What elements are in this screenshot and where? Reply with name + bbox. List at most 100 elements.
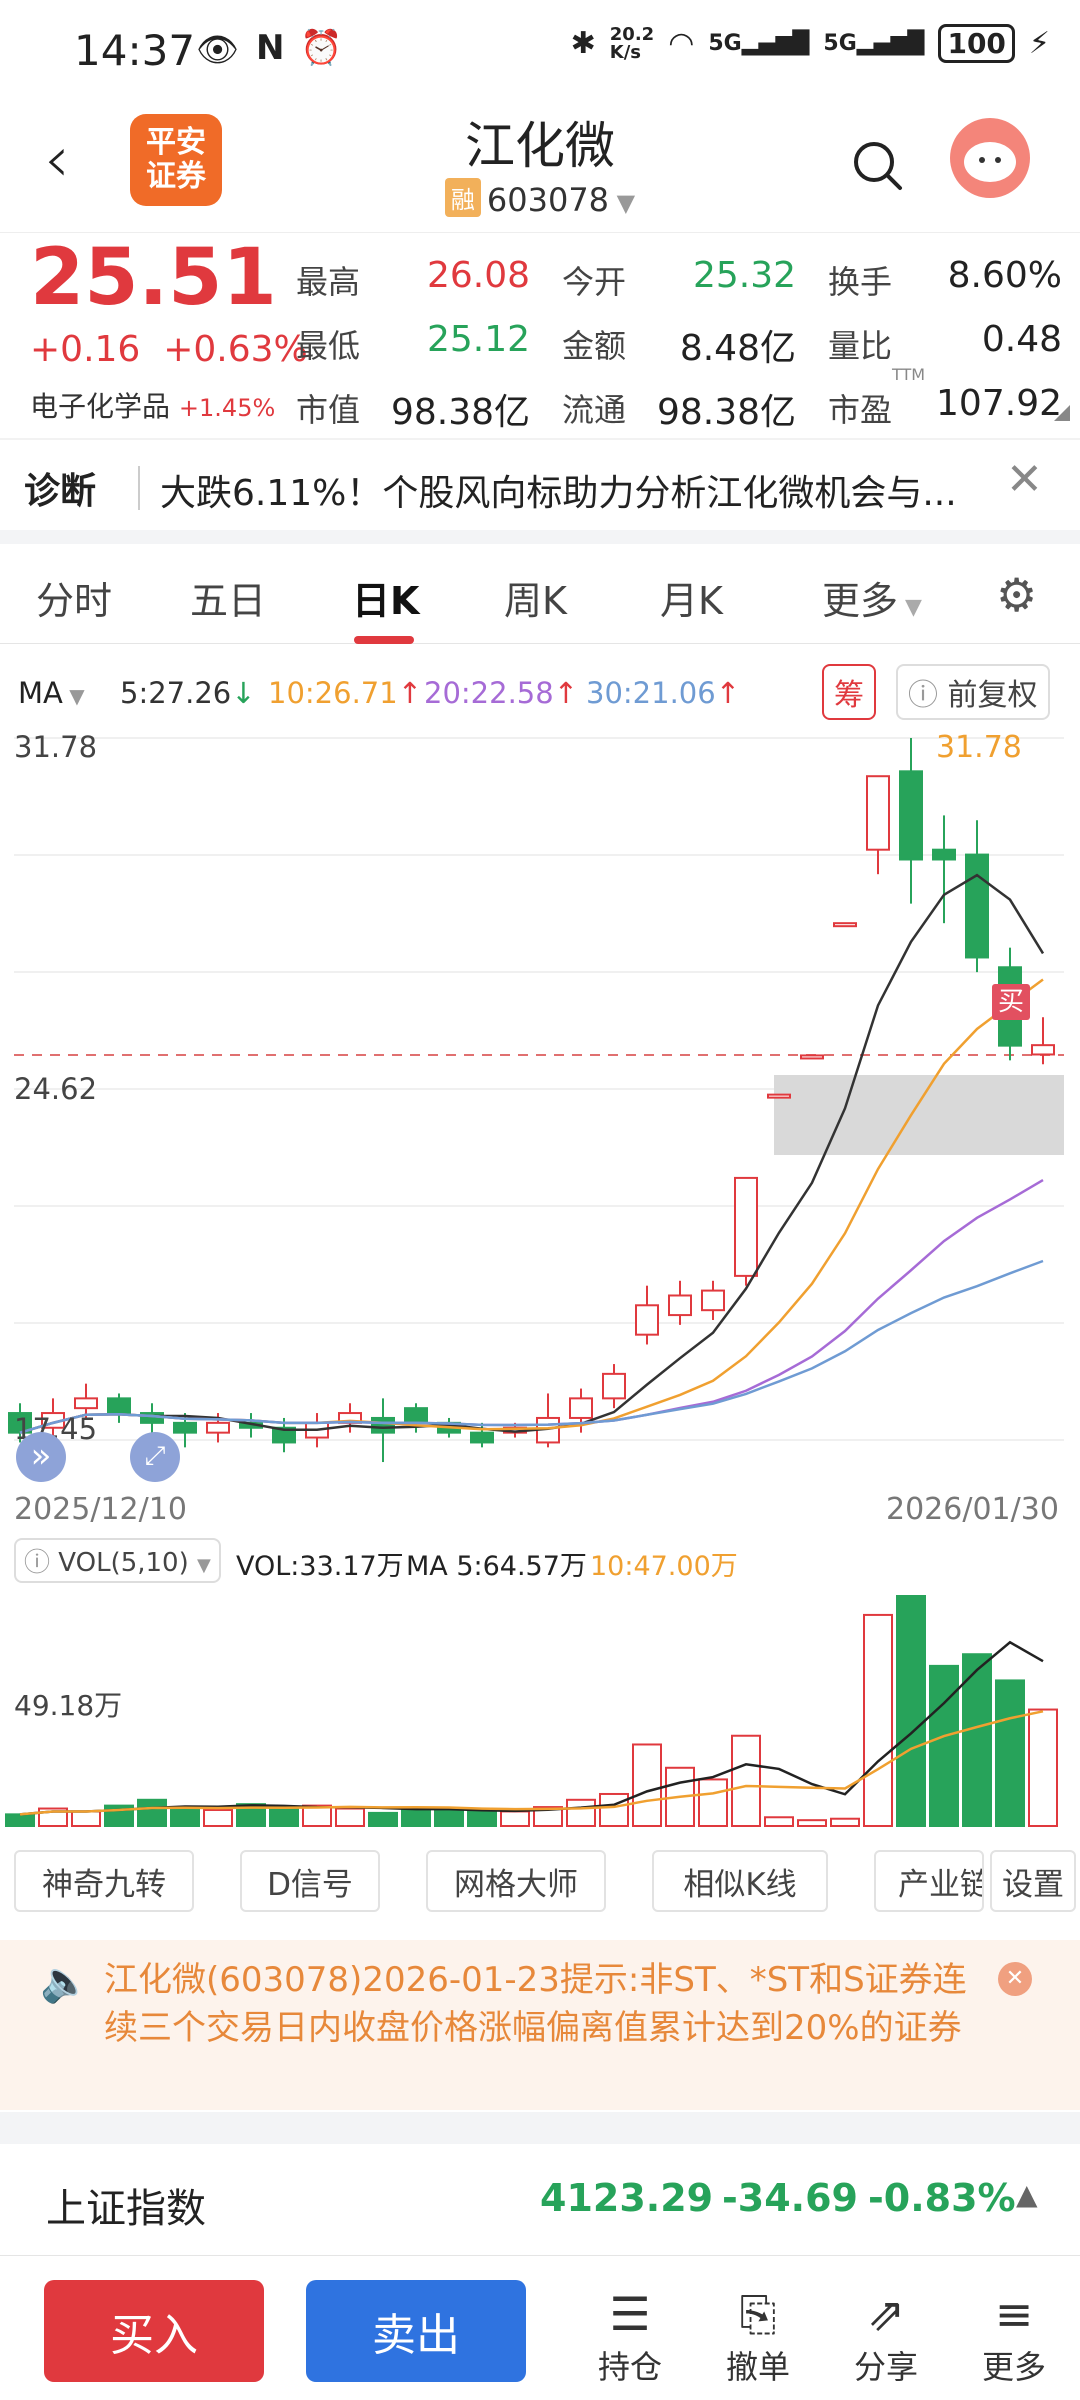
volume-bar (764, 1816, 794, 1828)
quote-value: 25.12 (426, 319, 530, 360)
quote-value: 98.38亿 (390, 392, 530, 433)
ma5-value: 5:27.26↓ (120, 676, 256, 710)
y-axis-mid: 24.62 (14, 1072, 98, 1106)
alarm-icon: ⏰ (300, 28, 343, 68)
net-speed: 20.2 K/s (609, 23, 655, 63)
tab-more[interactable]: 更多 ▼ (822, 570, 922, 625)
candle-body (1031, 1044, 1055, 1056)
expand-left-icon[interactable]: » (16, 1432, 66, 1482)
avatar[interactable] (950, 118, 1030, 198)
vol-selector[interactable]: ⓘ VOL(5,10) ▼ (14, 1538, 221, 1583)
candle-body (569, 1397, 593, 1419)
stock-header: ‹ 平安 证券 江化微 融 603078 ▼ (0, 100, 1080, 232)
quote-label: 金额 (562, 327, 627, 365)
last-price: 25.51 (30, 233, 277, 323)
tab-zhouk[interactable]: 周K (504, 570, 567, 625)
candle-body (371, 1416, 395, 1434)
bluetooth-icon: ✱ (570, 26, 596, 61)
candle-body (767, 1093, 791, 1099)
fullscreen-icon[interactable]: ⤢ (130, 1432, 180, 1482)
volume-bar (368, 1811, 398, 1827)
tool-jiuzhuan[interactable]: 神奇九转 (14, 1850, 194, 1912)
date-start: 2025/12/10 (14, 1492, 187, 1527)
notice-banner[interactable]: 🔈 江化微(603078)2026-01-23提示:非ST、*ST和S证券连续三… (0, 1940, 1080, 2110)
candle-body (899, 770, 923, 861)
signal-5g-2-icon: 5G▂▄▆█ (823, 31, 925, 56)
volume-chart[interactable]: 49.18万 (0, 1586, 1080, 1836)
candle-body (635, 1304, 659, 1336)
candle-body (206, 1421, 230, 1434)
chips-button[interactable]: 筹 (822, 664, 876, 720)
volume-bar (1028, 1708, 1058, 1827)
volume-bar (71, 1810, 101, 1828)
buy-marker[interactable]: 买 (992, 984, 1030, 1020)
chip-zone (774, 1075, 1064, 1155)
candlestick-chart[interactable]: 31.78 24.62 17.45 31.78 买 » ⤢ 2025/12/10… (0, 720, 1080, 1540)
quote-label: 量比 (828, 327, 893, 365)
divider (0, 2112, 1080, 2144)
quote-value: 98.38亿 (656, 392, 796, 433)
nav-more[interactable]: ≡ 更多 (974, 2286, 1054, 2388)
index-ticker[interactable]: 上证指数 4123.29 -34.69 -0.83% ▲ (0, 2144, 1080, 2256)
search-icon[interactable] (850, 138, 906, 194)
sell-button[interactable]: 卖出 (306, 2280, 526, 2382)
quote-value: 107.92 (936, 383, 1062, 424)
wifi-icon: ◠ (668, 26, 695, 61)
speaker-icon: 🔈 (40, 1959, 90, 2005)
volume-bar (137, 1798, 167, 1828)
status-bar: 14:37 👁 N ⏰ ✱ 20.2 K/s ◠ 5G▂▄▆█ 5G▂▄▆█ 1… (0, 0, 1080, 100)
buy-button[interactable]: 买入 (44, 2280, 264, 2382)
vol-ma10: 10:47.00万 (590, 1551, 738, 1582)
tab-rik[interactable]: 日K (352, 570, 419, 625)
volume-bar (929, 1664, 959, 1828)
vol-ma5: MA 5:64.57万 (406, 1551, 587, 1582)
tab-yuek[interactable]: 月K (660, 570, 723, 625)
volume-bar (863, 1613, 893, 1827)
vol-axis-label: 49.18万 (14, 1689, 123, 1722)
price-change: +0.16 +0.63% (30, 329, 308, 370)
diagnosis-text: 大跌6.11%！个股风向标助力分析江化微机会与... (160, 473, 957, 514)
tool-industry-chain[interactable]: 产业链 (874, 1850, 984, 1912)
tool-d-signal[interactable]: D信号 (240, 1850, 380, 1912)
holdings-icon: ☰ (609, 2287, 651, 2341)
tool-grid-master[interactable]: 网格大师 (426, 1850, 606, 1912)
candle-body (866, 775, 890, 851)
candle-body (173, 1421, 197, 1434)
close-icon[interactable]: ✕ (1006, 454, 1043, 505)
ma30-value: 30:21.06↑ (586, 676, 741, 710)
tab-fenshi[interactable]: 分时 (36, 570, 112, 625)
active-tab-indicator (354, 636, 414, 644)
nav-cancel-order[interactable]: ⎘ 撤单 (718, 2286, 798, 2388)
volume-bar (731, 1734, 761, 1828)
vol-value: VOL:33.17万 (236, 1551, 404, 1582)
ma30-line (19, 1259, 1044, 1434)
nav-share[interactable]: ⇗ 分享 (846, 2286, 926, 2388)
sector-info[interactable]: 电子化学品 +1.45% (30, 385, 275, 425)
candle-body (74, 1397, 98, 1410)
menu-icon: ≡ (994, 2287, 1034, 2341)
tool-settings[interactable]: 设置 (990, 1850, 1076, 1912)
nav-holdings[interactable]: ☰ 持仓 (590, 2286, 670, 2388)
nfc-icon: N (256, 28, 285, 68)
stock-code: 603078 (486, 181, 610, 219)
ma10-value: 10:26.71↑ (268, 676, 423, 710)
quote-value: 8.48亿 (679, 328, 796, 369)
settings-gear-icon[interactable]: ⚙ (996, 568, 1037, 622)
ma-selector[interactable]: MA ▼ (18, 676, 85, 710)
tab-wuri[interactable]: 五日 (190, 570, 266, 625)
divider (0, 530, 1080, 544)
candle-body (602, 1372, 626, 1400)
close-notice-icon[interactable]: ✕ (998, 1962, 1032, 1996)
diagnosis-banner[interactable]: 诊断 大跌6.11%！个股风向标助力分析江化微机会与... ✕ (0, 438, 1080, 538)
chevron-up-icon[interactable]: ▲ (1016, 2178, 1038, 2211)
quote-value: 25.32 (692, 255, 796, 296)
quote-label: 换手 (828, 263, 893, 301)
fuquan-button[interactable]: ⓘ 前复权 (896, 664, 1050, 720)
index-pct: -0.83% (868, 2176, 1016, 2220)
candle-body (800, 1054, 824, 1060)
volume-bar (830, 1817, 860, 1827)
tool-similar-kline[interactable]: 相似K线 (652, 1850, 828, 1912)
candle-body (668, 1294, 692, 1317)
divider (138, 466, 140, 510)
stock-code-selector[interactable]: 融 603078 ▼ (0, 178, 1080, 219)
